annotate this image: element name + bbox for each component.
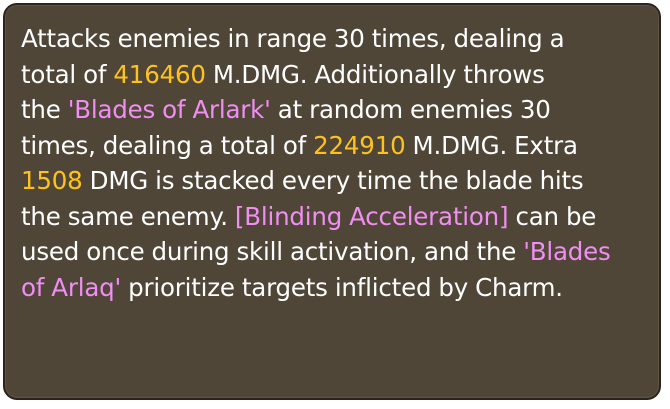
desc-text: M.DMG. Extra <box>412 130 578 160</box>
desc-text: prioritize targets inflicted by Charm. <box>121 272 563 302</box>
damage-value: 1508 <box>21 166 83 195</box>
skill-description: Attacks enemies in range 30 times, deali… <box>21 21 651 305</box>
skill-tooltip: Attacks enemies in range 30 times, deali… <box>3 3 661 400</box>
highlight-term: [Blinding Acceleration] <box>234 201 509 231</box>
highlight-term: 'Blades of Arlark' <box>67 95 271 124</box>
damage-value: 224910 <box>313 130 406 160</box>
damage-value: 416460 <box>113 59 206 89</box>
